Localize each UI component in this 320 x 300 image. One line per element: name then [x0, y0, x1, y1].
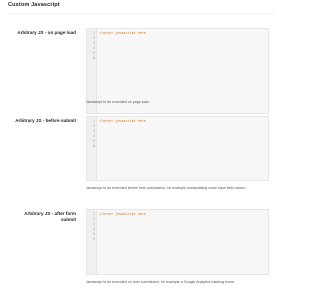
code-line: 6 [87, 144, 268, 149]
field-label-page-load: Arbitrary JS - on page load [17, 30, 76, 35]
code-line: 6 [87, 56, 268, 61]
line-number: 6 [92, 237, 95, 241]
field-row-after-submit: Arbitrary JS - after form submit 1 //ent… [0, 209, 283, 289]
code-editor-after-submit[interactable]: 1 //enter javascript here 2 3 4 5 6 [86, 209, 269, 275]
field-help-after-submit: Javascript to be executed on form submis… [86, 280, 235, 284]
code-line: 6 [87, 237, 268, 242]
field-label-after-submit: Arbitrary JS - after form submit [24, 211, 76, 222]
field-help-page-load: Javascript to be executed on page load. [86, 100, 150, 104]
field-row-before-submit: Arbitrary JS - before submit 1 //enter j… [0, 116, 283, 196]
field-row-page-load: Arbitrary JS - on page load 1 //enter ja… [0, 28, 283, 114]
line-number: 6 [92, 56, 95, 60]
code-editor-before-submit[interactable]: 1 //enter javascript here 2 3 4 5 6 [86, 116, 269, 181]
line-number: 6 [92, 144, 95, 148]
custom-javascript-settings: Custom Javascript Arbitrary JS - on page… [0, 0, 283, 300]
field-help-before-submit: Javascript to be executed before form su… [86, 186, 246, 190]
section-title: Custom Javascript [8, 2, 60, 8]
field-label-before-submit: Arbitrary JS - before submit [15, 118, 76, 123]
section-divider [8, 13, 275, 14]
